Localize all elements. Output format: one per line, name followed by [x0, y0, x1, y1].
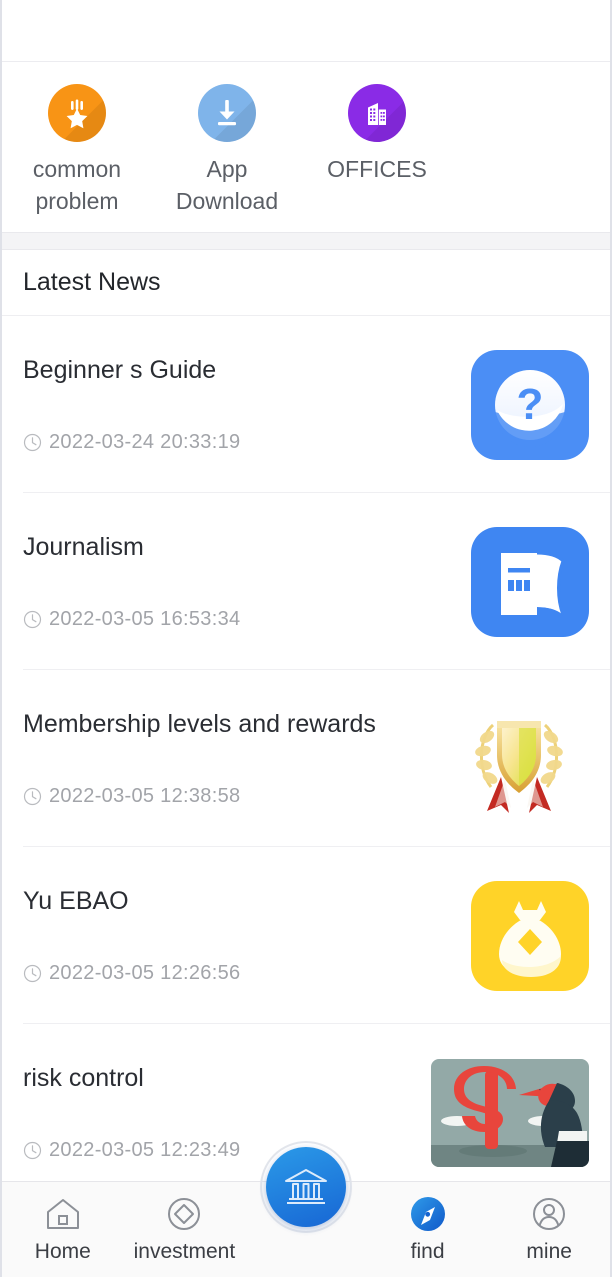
page-title: Latest News: [23, 268, 161, 296]
clock-icon: [23, 610, 42, 628]
news-text-block: Yu EBAO 2022-03-05 12:26:56: [23, 887, 240, 985]
list-item[interactable]: Beginner s Guide 2022-03-24 20:33:19 ?: [2, 316, 610, 493]
news-text-block: Beginner s Guide 2022-03-24 20:33:19: [23, 356, 240, 454]
open-book-icon: [471, 526, 589, 637]
bank-icon: [266, 1147, 346, 1227]
quick-link-label: common problem: [32, 156, 122, 214]
news-title: Membership levels and rewards: [23, 709, 376, 738]
news-date: 2022-03-24 20:33:19: [49, 430, 241, 453]
office-building-icon: [348, 84, 406, 142]
news-title: Yu EBAO: [23, 886, 129, 915]
tab-label: investment: [133, 1240, 236, 1263]
star-badge-icon: [48, 84, 106, 142]
top-blank-strip: [2, 0, 610, 62]
quick-link-label: App Download: [175, 156, 279, 214]
news-date-row: 2022-03-05 12:23:49: [23, 1139, 240, 1162]
news-text-block: risk control 2022-03-05 12:23:49: [23, 1064, 240, 1162]
news-thumbnail: [431, 1054, 589, 1172]
quick-links-row: common problem App Download OFFICES: [2, 62, 610, 232]
diamond-circle-icon: [165, 1194, 203, 1234]
news-thumbnail: [431, 523, 589, 641]
news-date: 2022-03-05 12:38:58: [49, 784, 241, 807]
news-thumbnail: [431, 700, 589, 818]
quick-link-offices[interactable]: OFFICES: [302, 84, 452, 232]
tab-investment[interactable]: investment: [124, 1182, 246, 1277]
news-title: Beginner s Guide: [23, 355, 217, 384]
gold-shield-award-icon: [449, 703, 589, 814]
tab-label: mine: [526, 1240, 572, 1263]
home-icon: [44, 1194, 82, 1234]
quick-link-label: OFFICES: [327, 156, 427, 182]
tab-find[interactable]: find: [367, 1182, 489, 1277]
quick-link-app-download[interactable]: App Download: [152, 84, 302, 232]
news-date: 2022-03-05 12:23:49: [49, 1138, 241, 1161]
center-bank-button[interactable]: [260, 1141, 352, 1233]
news-date: 2022-03-05 12:26:56: [49, 961, 241, 984]
tab-home[interactable]: Home: [2, 1182, 124, 1277]
clock-icon: [23, 787, 42, 805]
svg-text:?: ?: [517, 380, 544, 429]
download-icon: [198, 84, 256, 142]
quick-link-empty-slot: [452, 84, 602, 232]
app-screen: common problem App Download OFFICES Late…: [0, 0, 612, 1277]
tab-label: find: [410, 1240, 445, 1263]
tab-label: Home: [34, 1240, 91, 1263]
clock-icon: [23, 433, 42, 451]
list-item[interactable]: Journalism 2022-03-05 16:53:34: [2, 493, 610, 670]
news-text-block: Membership levels and rewards 2022-03-05…: [23, 710, 376, 808]
news-date-row: 2022-03-05 12:38:58: [23, 785, 376, 808]
tab-mine[interactable]: mine: [488, 1182, 610, 1277]
news-list: Beginner s Guide 2022-03-24 20:33:19 ? J…: [2, 316, 610, 1201]
news-date-row: 2022-03-05 12:26:56: [23, 962, 240, 985]
latest-news-header: Latest News: [2, 250, 610, 316]
news-title: Journalism: [23, 532, 144, 561]
dollar-dart-icon: [431, 1058, 589, 1167]
news-date-row: 2022-03-24 20:33:19: [23, 431, 240, 454]
news-date-row: 2022-03-05 16:53:34: [23, 608, 240, 631]
user-circle-icon: [530, 1194, 568, 1234]
question-mark-icon: ?: [471, 349, 589, 460]
clock-icon: [23, 1141, 42, 1159]
list-item[interactable]: Yu EBAO 2022-03-05 12:26:56: [2, 847, 610, 1024]
compass-icon: [408, 1194, 448, 1234]
section-gap-band: [2, 232, 610, 250]
clock-icon: [23, 964, 42, 982]
news-thumbnail: [431, 877, 589, 995]
news-thumbnail: ?: [431, 346, 589, 464]
news-text-block: Journalism 2022-03-05 16:53:34: [23, 533, 240, 631]
news-title: risk control: [23, 1063, 144, 1092]
news-date: 2022-03-05 16:53:34: [49, 607, 241, 630]
list-item[interactable]: Membership levels and rewards 2022-03-05…: [2, 670, 610, 847]
quick-link-common-problem[interactable]: common problem: [2, 84, 152, 232]
money-bag-icon: [471, 880, 589, 991]
